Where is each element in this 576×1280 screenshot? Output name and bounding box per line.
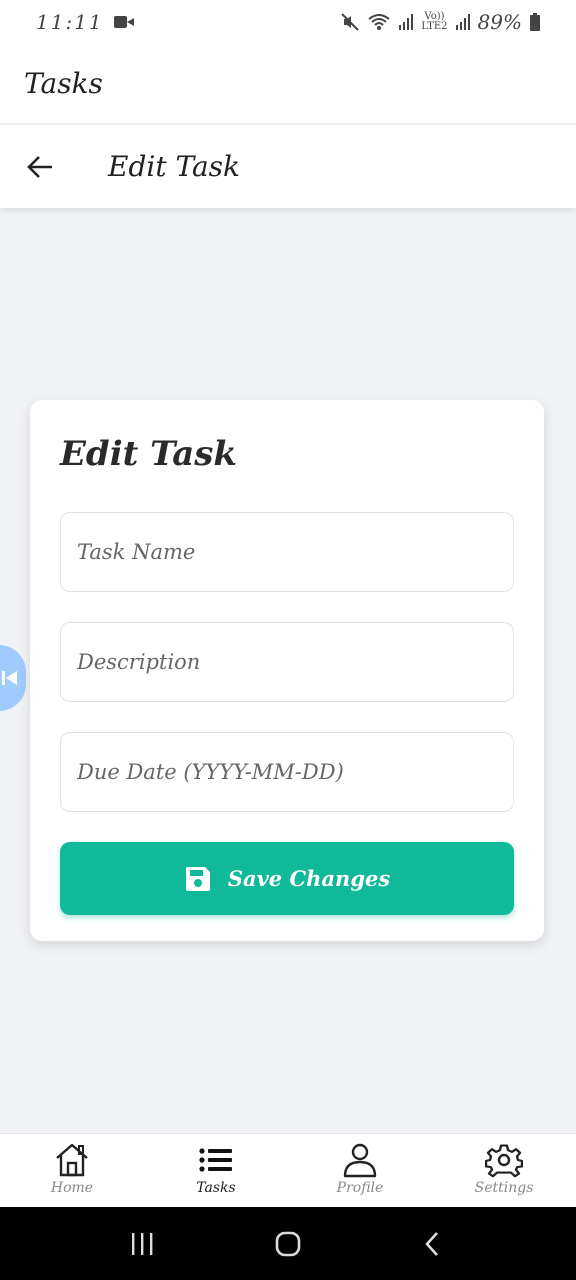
back-chevron-icon[interactable] [419,1230,447,1258]
app-header: Tasks [0,44,576,124]
page-title: Edit Task [108,150,241,183]
video-camera-icon [113,15,134,29]
gear-icon [485,1144,523,1178]
task-name-field[interactable] [60,512,514,592]
floppy-disk-icon [185,866,210,891]
nav-item-profile[interactable]: Profile [288,1134,432,1207]
back-button[interactable] [0,125,80,208]
status-left: 11:11 [36,10,134,34]
due-date-field[interactable] [60,732,514,812]
nav-label-home: Home [50,1180,94,1196]
card-title: Edit Task [60,434,237,474]
nav-item-settings[interactable]: Settings [432,1134,576,1207]
home-icon [56,1143,88,1177]
signal-icon-2 [455,14,470,30]
status-time: 11:11 [36,10,104,34]
nav-item-home[interactable]: Home [0,1134,144,1207]
recent-apps-icon[interactable] [129,1231,157,1257]
system-nav-bar [0,1207,576,1280]
nav-label-tasks: Tasks [196,1180,236,1196]
skip-back-icon [2,671,17,685]
save-changes-button[interactable]: Save Changes [60,842,514,915]
arrow-left-icon [27,155,52,178]
task-name-input[interactable] [77,540,513,564]
wifi-icon [368,14,390,30]
user-icon [343,1143,377,1178]
app-title: Tasks [24,67,103,100]
battery-icon [530,13,540,31]
edit-task-card: Edit Task Save Changes [30,400,544,941]
status-right: Vo)) LTE2 89% [341,10,540,34]
bottom-nav: Home Tasks Profile Settings [0,1133,576,1207]
due-date-input[interactable] [77,760,513,784]
home-circle-icon[interactable] [274,1230,302,1258]
signal-icon [399,14,414,30]
description-input[interactable] [77,650,513,674]
status-bar: 11:11 Vo)) LTE2 89% [0,0,576,44]
network-type: Vo)) LTE2 [421,11,448,32]
floating-side-button[interactable] [0,645,26,711]
list-icon [199,1148,232,1172]
nav-label-profile: Profile [336,1180,384,1196]
mute-icon [341,13,360,31]
description-field[interactable] [60,622,514,702]
sub-header: Edit Task [0,125,576,208]
nav-item-tasks[interactable]: Tasks [144,1134,288,1207]
battery-percent: 89% [477,10,522,34]
nav-label-settings: Settings [474,1180,534,1196]
save-button-label: Save Changes [227,866,391,891]
